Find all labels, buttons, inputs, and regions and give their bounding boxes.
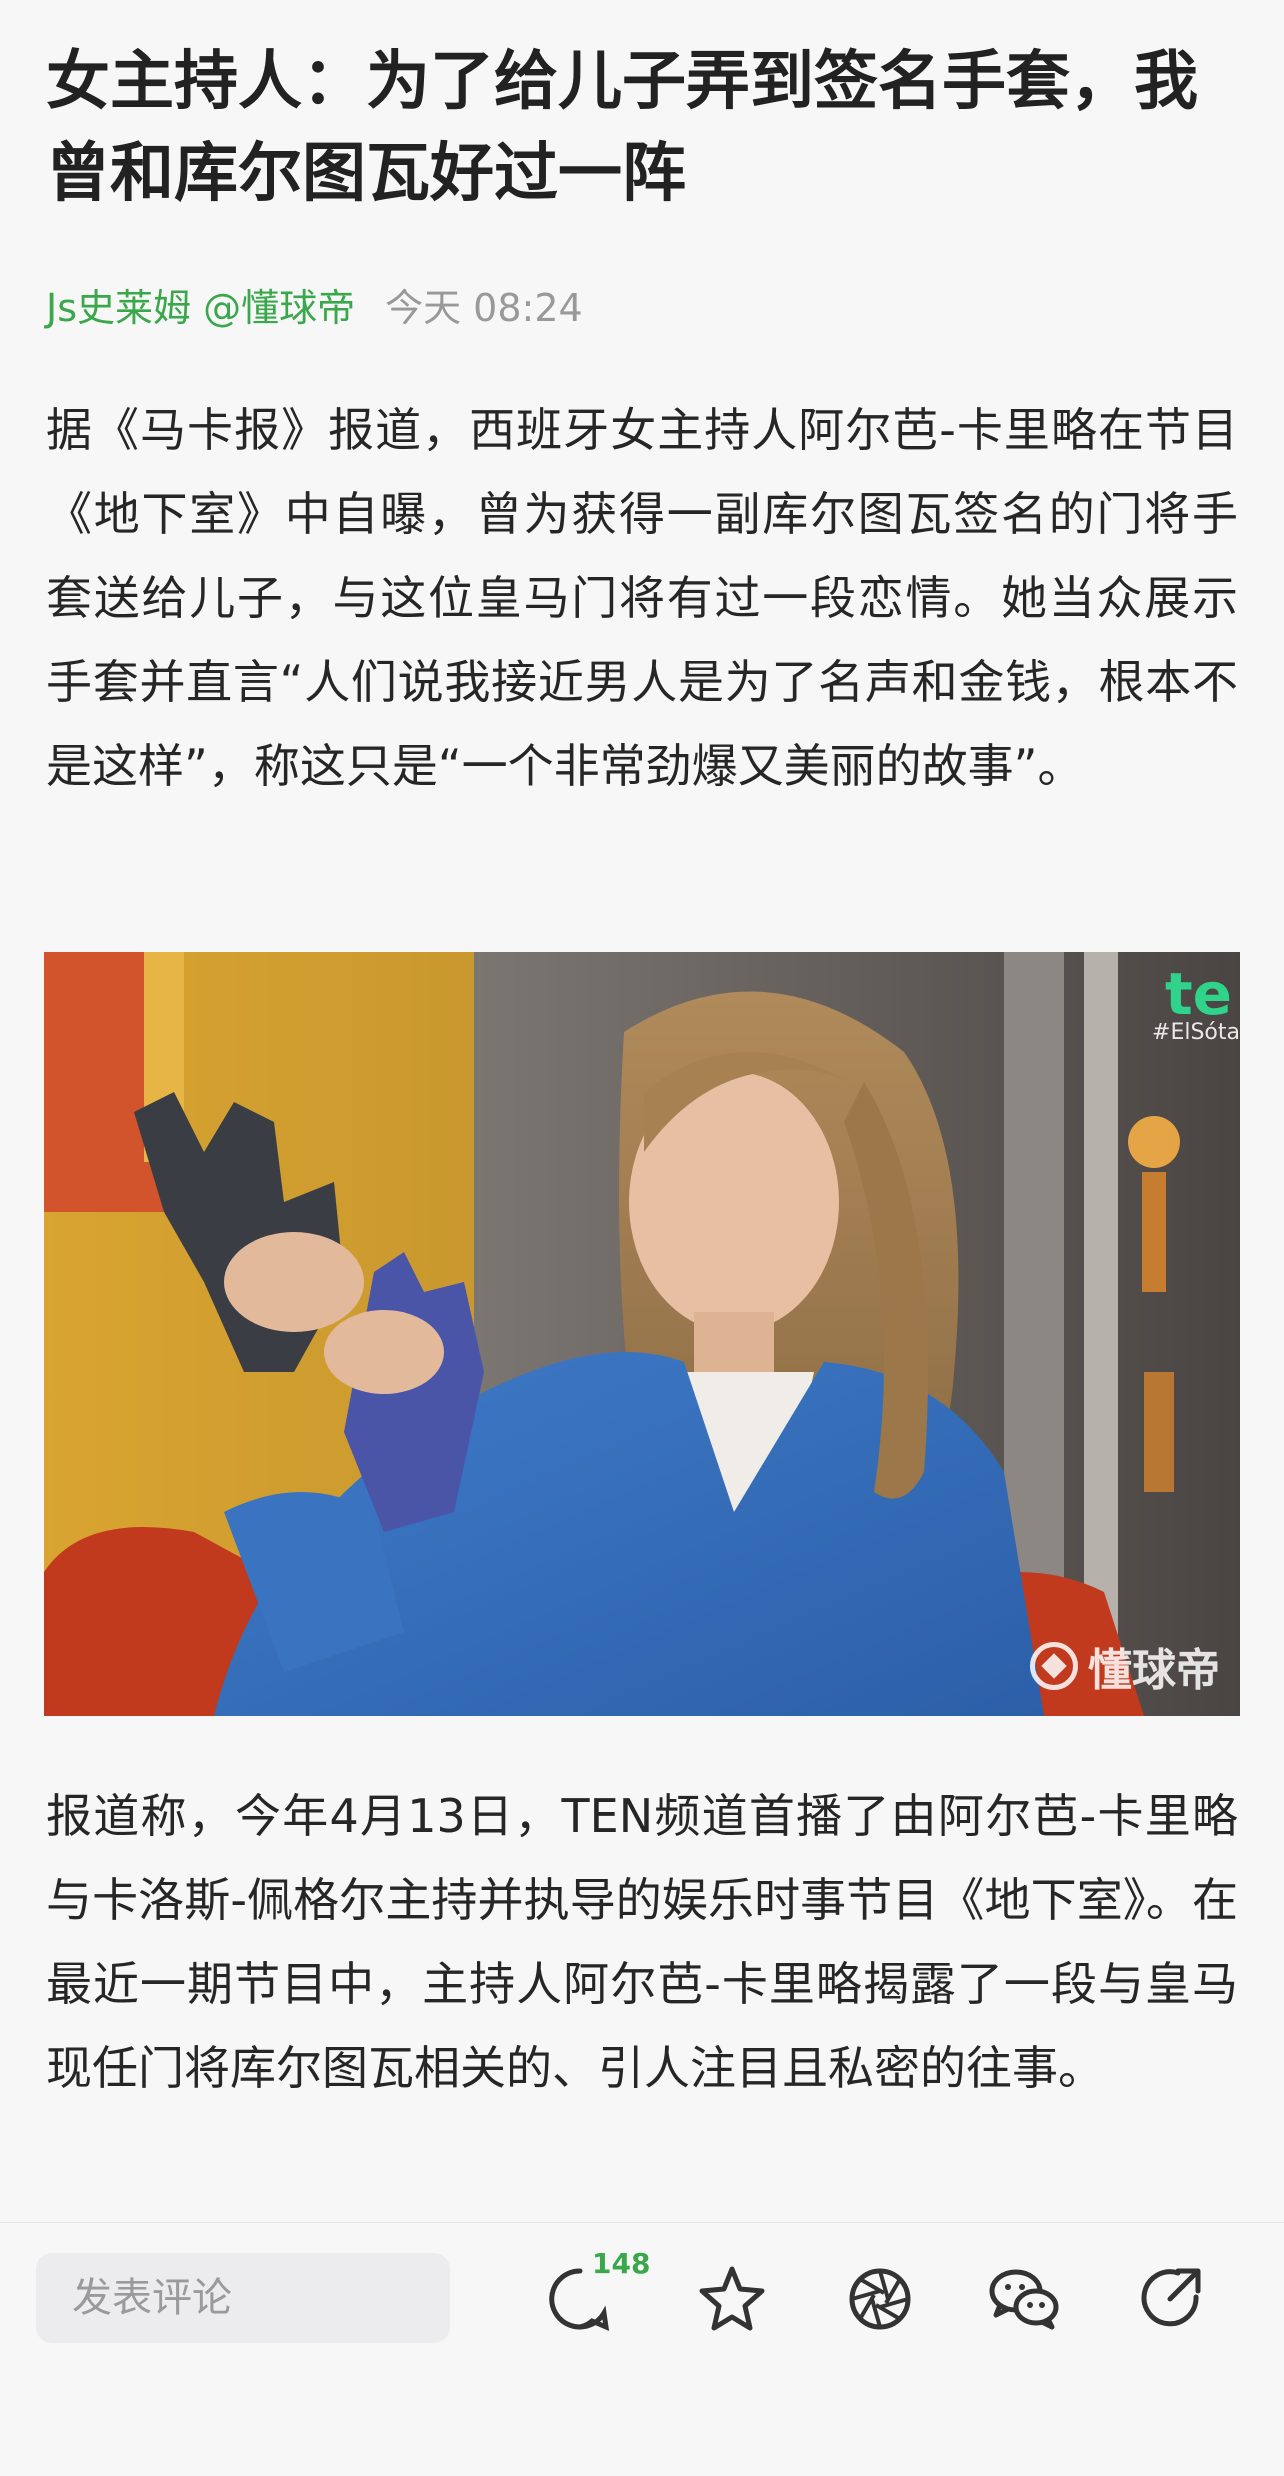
- article-paragraph-1: 据《马卡报》报道，西班牙女主持人阿尔芭-卡里略在节目《地下室》中自曝，曾为获得一…: [46, 403, 1238, 793]
- article: 女主持人：为了给儿子弄到签名手套，我曾和库尔图瓦好过一阵 Js史莱姆 @懂球帝 …: [0, 0, 1284, 2220]
- comment-input[interactable]: 发表评论: [36, 2253, 450, 2343]
- author-name[interactable]: Js史莱姆 @懂球帝: [46, 277, 355, 332]
- wechat-icon[interactable]: [986, 2261, 1062, 2337]
- photo-watermark: 懂球帝: [1030, 1634, 1220, 1698]
- channel-hashtag: #ElSóta: [1152, 1020, 1240, 1045]
- article-paragraph-2: 报道称，今年4月13日，TEN频道首播了由阿尔芭-卡里略与卡洛斯-佩格尔主持并执…: [46, 1789, 1238, 2095]
- watermark-text: 懂球帝: [1088, 1645, 1220, 1696]
- publish-time: 今天 08:24: [385, 285, 583, 330]
- photo-scene: [44, 952, 1240, 1716]
- dongqiudi-logo-icon: [1030, 1642, 1078, 1690]
- channel-logo: te: [1164, 960, 1232, 1028]
- star-icon[interactable]: [694, 2261, 770, 2337]
- share-icon[interactable]: [1134, 2261, 1210, 2337]
- page-title: 女主持人：为了给儿子弄到签名手套，我曾和库尔图瓦好过一阵: [46, 45, 1198, 211]
- article-photo[interactable]: te #ElSóta 懂球帝: [44, 952, 1240, 1716]
- moments-icon[interactable]: [842, 2261, 918, 2337]
- article-meta: Js史莱姆 @懂球帝 今天 08:24: [46, 276, 583, 332]
- bottom-toolbar: 发表评论 148: [0, 2222, 1284, 2476]
- comment-count-badge: 148: [592, 2247, 651, 2280]
